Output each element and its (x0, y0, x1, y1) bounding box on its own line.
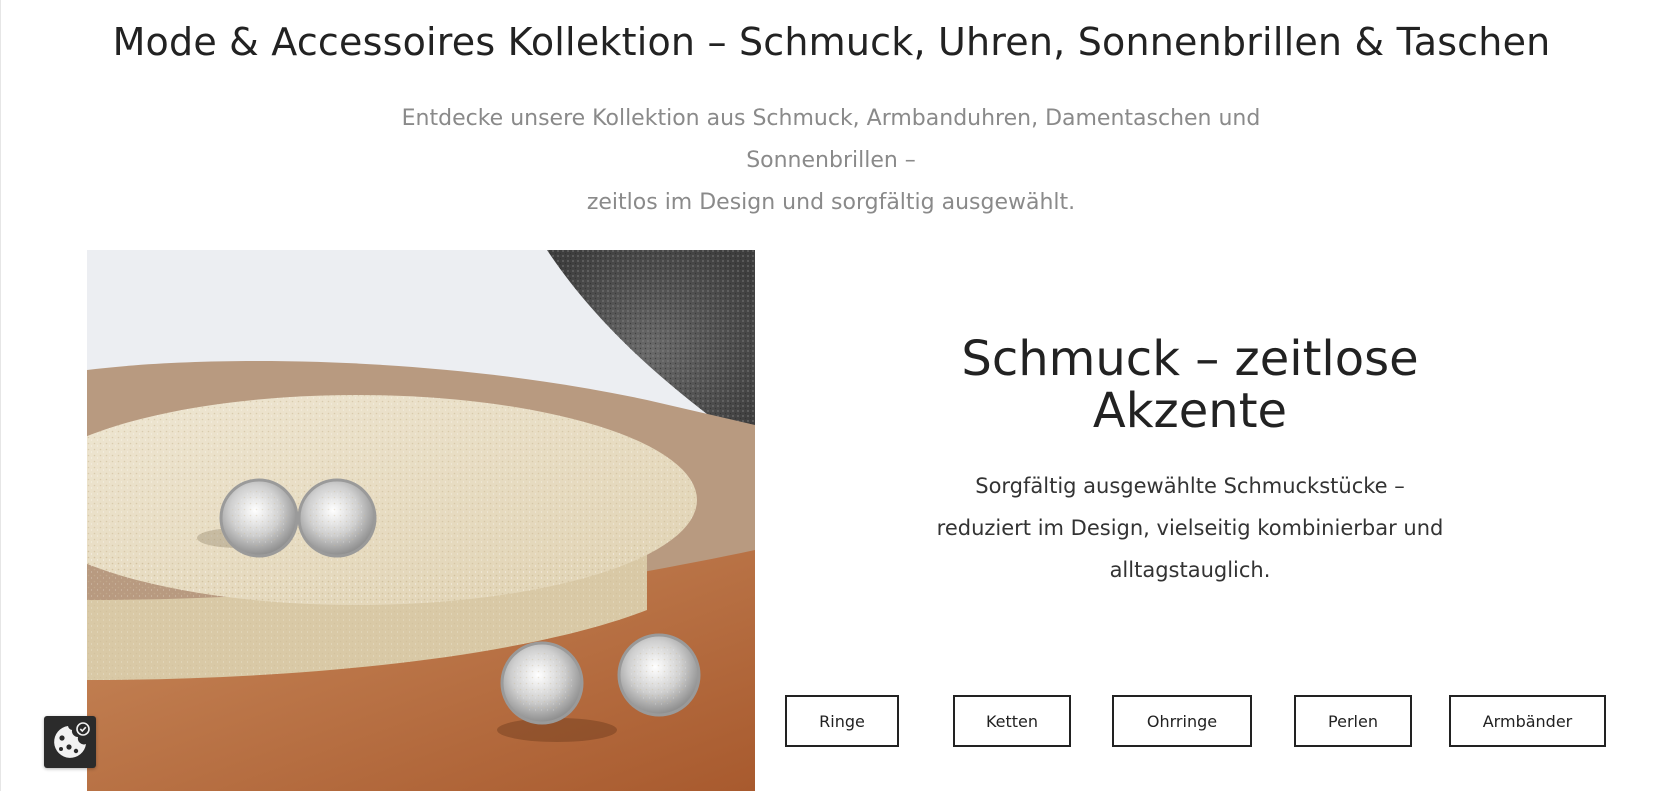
subtitle-line-2: zeitlos im Design und sorgfältig ausgewä… (586, 190, 1076, 215)
section-title-line-1: Schmuck – zeitlose (961, 331, 1419, 387)
category-button-armbaender[interactable]: Armbänder (1449, 695, 1606, 747)
section-title: Schmuck – zeitlose Akzente (900, 333, 1480, 437)
jewelry-hero-image (87, 250, 755, 791)
section-desc-line-1: Sorgfältig ausgewählte Schmuckstücke – (975, 474, 1405, 498)
category-button-ringe[interactable]: Ringe (785, 695, 899, 747)
section-desc-line-2: reduziert im Design, vielseitig kombinie… (936, 516, 1444, 540)
page-edge-divider (0, 0, 1, 791)
page-subtitle: Entdecke unsere Kollektion aus Schmuck, … (331, 98, 1331, 224)
section-desc-line-3: alltagstauglich. (1109, 558, 1271, 582)
cookie-settings-icon (54, 722, 90, 758)
category-button-perlen[interactable]: Perlen (1294, 695, 1412, 747)
section-title-line-2: Akzente (1092, 383, 1288, 439)
subtitle-line-1: Entdecke unsere Kollektion aus Schmuck, … (401, 106, 1261, 173)
section-description: Sorgfältig ausgewählte Schmuckstücke – r… (920, 465, 1460, 591)
cookie-settings-button[interactable] (44, 716, 96, 768)
category-button-ketten[interactable]: Ketten (953, 695, 1071, 747)
page-title: Mode & Accessoires Kollektion – Schmuck,… (112, 20, 1551, 64)
category-button-ohrringe[interactable]: Ohrringe (1112, 695, 1252, 747)
